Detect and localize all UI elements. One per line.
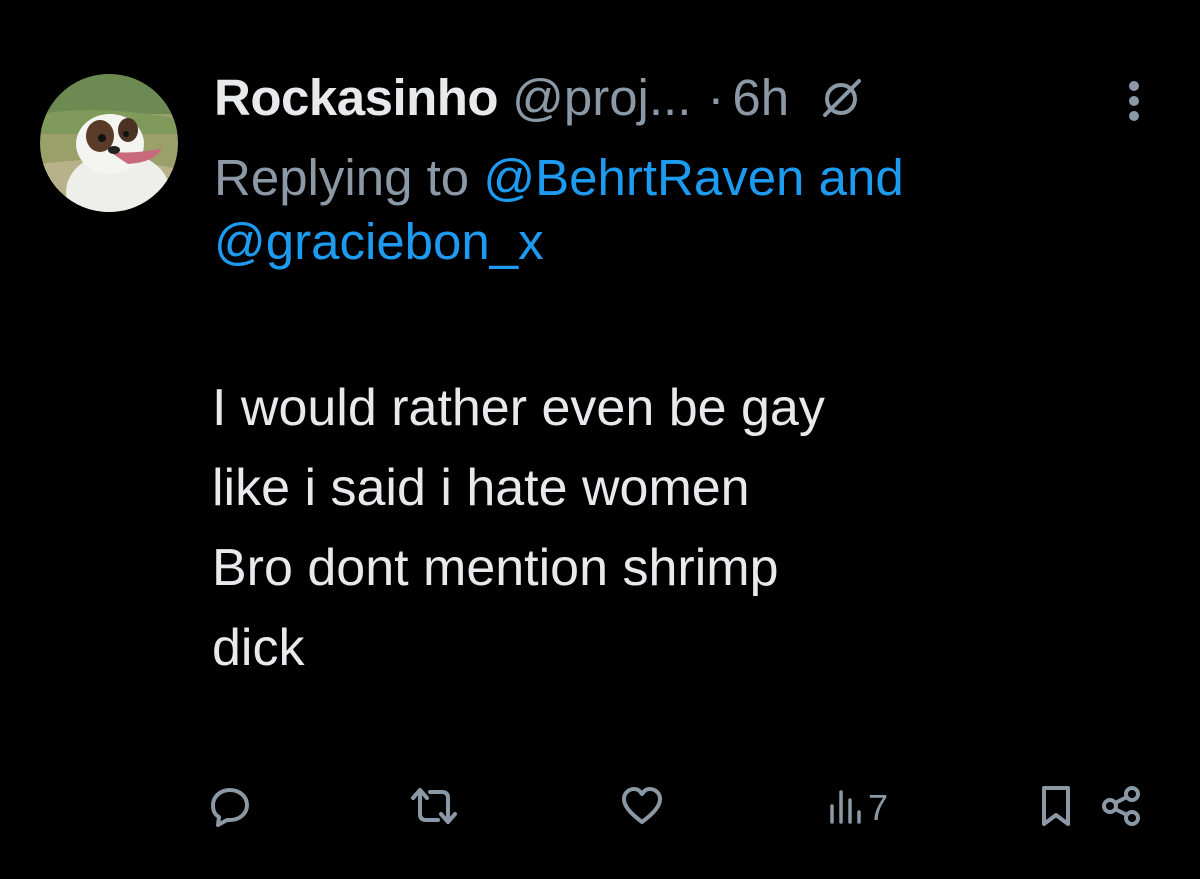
separator-dot: ·	[707, 69, 725, 126]
tweet-text-line: dick	[212, 619, 305, 677]
more-options-icon[interactable]	[1116, 78, 1152, 124]
grok-icon[interactable]	[819, 75, 865, 121]
tweet-text-line: Bro dont mention shrimp	[212, 539, 779, 597]
dog-avatar[interactable]	[40, 74, 178, 212]
reply-mention-behrtraven[interactable]: @BehrtRaven	[483, 149, 804, 206]
bookmark-button[interactable]	[1036, 780, 1076, 836]
retweet-icon	[410, 784, 458, 833]
tweet-text: I would rather even be gay like i said i…	[212, 368, 1112, 688]
like-button[interactable]	[620, 780, 664, 836]
tweet: Rockasinho @proj... · 6h Replying to @Be…	[0, 0, 1200, 879]
timestamp[interactable]: 6h	[732, 66, 789, 130]
replying-to-label: Replying to	[214, 149, 484, 206]
reply-mention-graciebon[interactable]: @graciebon_x	[214, 213, 544, 270]
views-icon	[828, 784, 862, 833]
tweet-text-line: like i said i hate women	[212, 459, 750, 517]
user-handle[interactable]: @proj...	[512, 66, 691, 130]
reply-icon	[208, 784, 252, 833]
views-button[interactable]: 7	[828, 780, 888, 836]
replying-to: Replying to @BehrtRaven and @graciebon_x	[214, 146, 1174, 274]
reply-connector: and	[804, 149, 904, 206]
share-icon	[1100, 784, 1144, 833]
heart-icon	[620, 784, 664, 833]
display-name[interactable]: Rockasinho	[214, 66, 499, 130]
share-button[interactable]	[1100, 780, 1144, 836]
action-bar: 7	[0, 780, 1200, 836]
retweet-button[interactable]	[410, 780, 458, 836]
reply-button[interactable]	[208, 780, 252, 836]
tweet-header: Rockasinho @proj... · 6h	[214, 66, 865, 130]
tweet-text-line: I would rather even be gay	[212, 379, 825, 437]
bookmark-icon	[1036, 784, 1076, 833]
views-count: 7	[868, 787, 889, 828]
